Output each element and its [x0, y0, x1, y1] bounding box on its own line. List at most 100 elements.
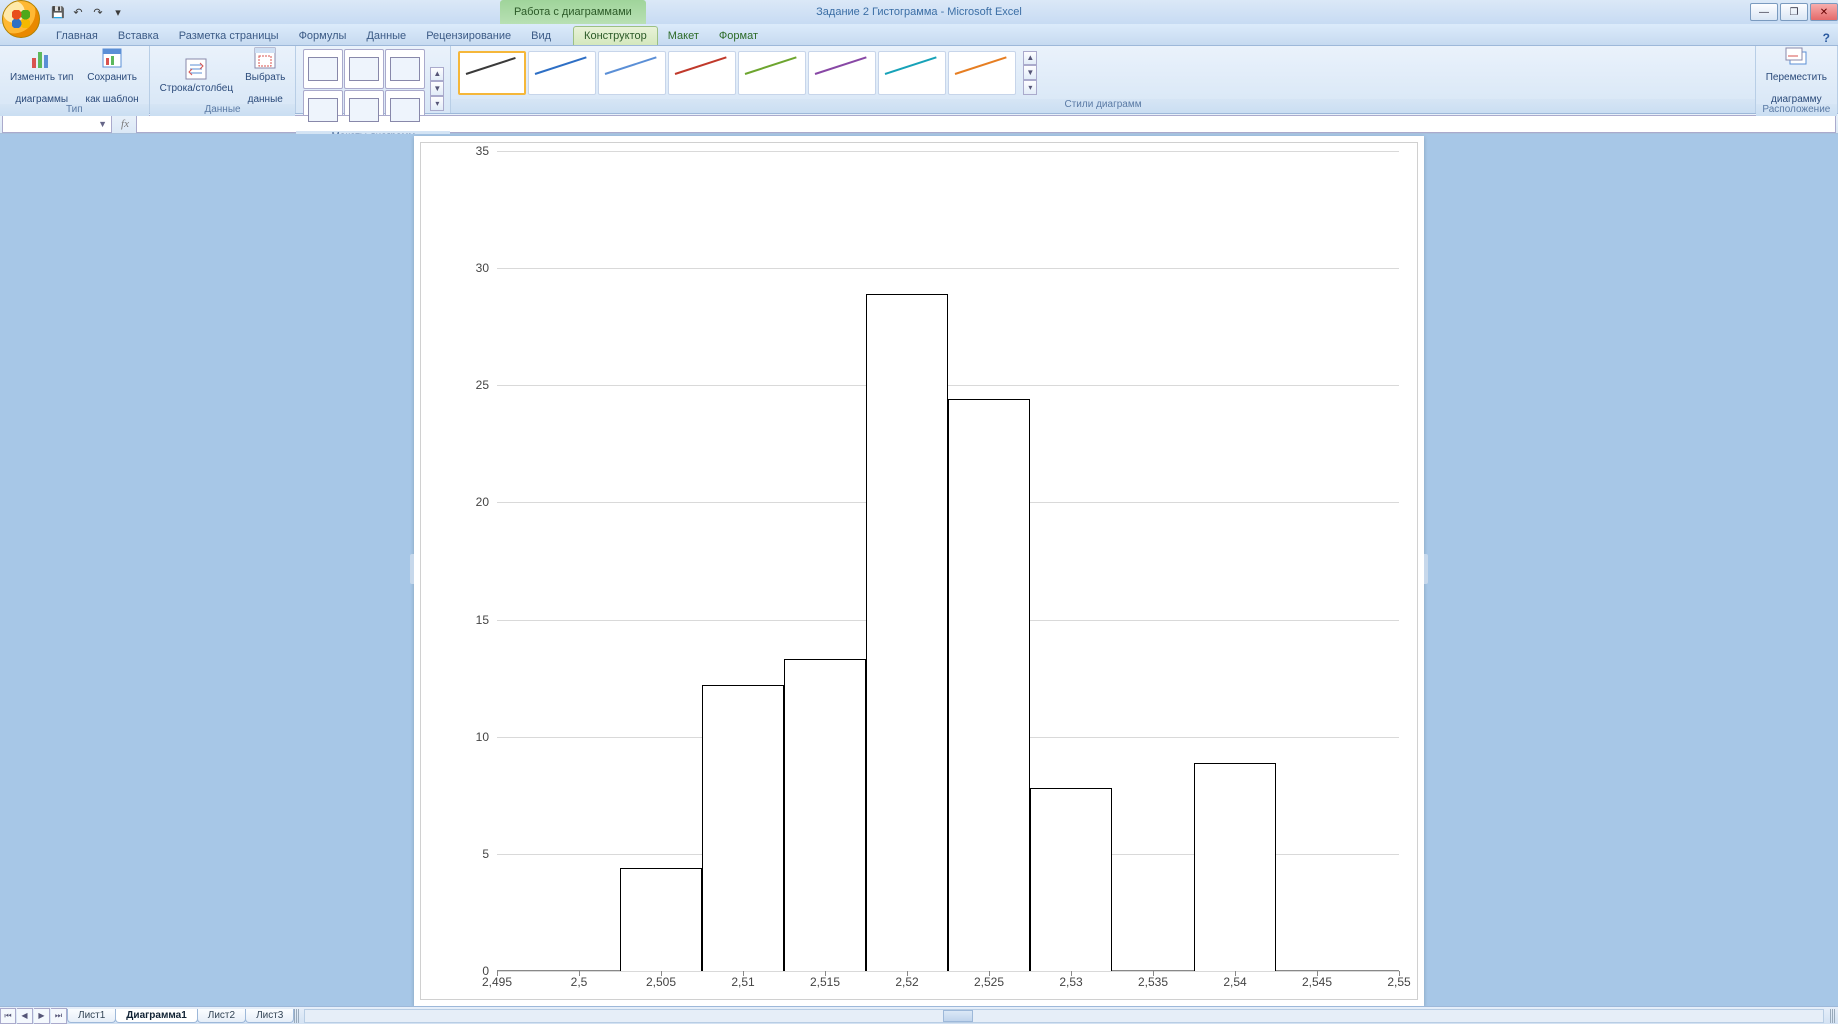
chart-style-option[interactable]: [458, 51, 526, 95]
histogram-bar[interactable]: [702, 685, 784, 971]
sheet-tab-active[interactable]: Диаграмма1: [115, 1009, 197, 1023]
switch-row-column-button[interactable]: Строка/столбец: [156, 48, 237, 102]
save-as-template-button[interactable]: Сохранитькак шаблон: [81, 48, 142, 102]
sheet-tab-bar: ⏮ ◀ ▶ ⏭ Лист1 Диаграмма1 Лист2 Лист3: [0, 1006, 1838, 1024]
x-tick-label: 2,505: [646, 975, 676, 989]
tab-review[interactable]: Рецензирование: [416, 27, 521, 45]
chart-object[interactable]: 051015202530352,4952,52,5052,512,5152,52…: [420, 142, 1418, 1000]
tab-chart-format[interactable]: Формат: [709, 27, 768, 45]
chart-style-option[interactable]: [948, 51, 1016, 95]
y-tick-label: 5: [482, 847, 489, 861]
gridline: [497, 268, 1399, 269]
group-label-data: Данные: [150, 104, 296, 116]
histogram-bar[interactable]: [948, 399, 1030, 971]
office-button[interactable]: [2, 0, 40, 38]
name-box[interactable]: ▼: [2, 115, 112, 133]
gridline: [497, 151, 1399, 152]
chart-style-option[interactable]: [808, 51, 876, 95]
y-tick-label: 35: [476, 144, 489, 158]
x-tick-label: 2,495: [482, 975, 512, 989]
tab-page-layout[interactable]: Разметка страницы: [169, 27, 289, 45]
ribbon-group-data: Строка/столбец Выбратьданные Данные: [150, 46, 297, 113]
close-button[interactable]: ✕: [1810, 3, 1838, 21]
chart-style-option[interactable]: [528, 51, 596, 95]
histogram-bar[interactable]: [1194, 763, 1276, 972]
sheet-tab[interactable]: Лист3: [245, 1009, 294, 1023]
chart-style-option[interactable]: [598, 51, 666, 95]
ribbon-group-type: Изменить типдиаграммы Сохранитькак шабло…: [0, 46, 150, 113]
layout-gallery-scroll[interactable]: ▲▼▾: [430, 67, 444, 111]
x-tick-label: 2,535: [1138, 975, 1168, 989]
x-tick-label: 2,51: [731, 975, 754, 989]
tab-splitter[interactable]: [294, 1009, 300, 1023]
x-tick-label: 2,5: [571, 975, 588, 989]
x-tick-label: 2,525: [974, 975, 1004, 989]
histogram-bar[interactable]: [866, 294, 948, 971]
scrollbar-thumb[interactable]: [943, 1010, 973, 1022]
tab-chart-design[interactable]: Конструктор: [573, 26, 658, 45]
histogram-bar[interactable]: [1030, 788, 1112, 971]
undo-icon[interactable]: ↶: [70, 4, 86, 20]
resize-grip[interactable]: [1830, 1009, 1836, 1023]
chart-layout-option[interactable]: [303, 49, 343, 89]
tab-home[interactable]: Главная: [46, 27, 108, 45]
sheet-nav-prev[interactable]: ◀: [17, 1008, 33, 1024]
chart-style-option[interactable]: [738, 51, 806, 95]
change-chart-type-button[interactable]: Изменить типдиаграммы: [6, 48, 77, 102]
ribbon-tabs: Главная Вставка Разметка страницы Формул…: [0, 24, 1838, 46]
x-tick-label: 2,515: [810, 975, 840, 989]
chart-style-option[interactable]: [668, 51, 736, 95]
sheet-nav-last[interactable]: ⏭: [51, 1008, 67, 1024]
x-tick-label: 2,55: [1387, 975, 1410, 989]
quick-access-toolbar: 💾 ↶ ↷ ▾: [46, 0, 130, 24]
redo-icon[interactable]: ↷: [90, 4, 106, 20]
chevron-down-icon[interactable]: ▼: [98, 119, 107, 129]
sheet-nav-first[interactable]: ⏮: [0, 1008, 16, 1024]
chart-plot-area[interactable]: 051015202530352,4952,52,5052,512,5152,52…: [497, 151, 1399, 971]
select-data-icon: [253, 46, 277, 70]
x-tick-label: 2,54: [1223, 975, 1246, 989]
page-handle-left[interactable]: [410, 554, 414, 584]
group-label-chart-styles: Стили диаграмм: [451, 99, 1754, 113]
x-tick-label: 2,53: [1059, 975, 1082, 989]
chart-style-option[interactable]: [878, 51, 946, 95]
chart-style-gallery[interactable]: [457, 50, 1017, 96]
chart-layout-option[interactable]: [344, 49, 384, 89]
tab-data[interactable]: Данные: [356, 27, 416, 45]
save-icon[interactable]: 💾: [50, 4, 66, 20]
chart-type-icon: [30, 46, 54, 70]
tab-formulas[interactable]: Формулы: [289, 27, 357, 45]
select-data-button[interactable]: Выбратьданные: [241, 48, 289, 102]
move-chart-icon: [1784, 46, 1808, 70]
titlebar: 💾 ↶ ↷ ▾ Задание 2 Гистограмма - Microsof…: [0, 0, 1838, 24]
window-title: Задание 2 Гистограмма - Microsoft Excel: [0, 6, 1838, 18]
tab-chart-layout[interactable]: Макет: [658, 27, 709, 45]
tab-insert[interactable]: Вставка: [108, 27, 169, 45]
minimize-button[interactable]: —: [1750, 3, 1778, 21]
chart-layout-option[interactable]: [385, 49, 425, 89]
sheet-nav-next[interactable]: ▶: [34, 1008, 50, 1024]
y-tick-label: 30: [476, 261, 489, 275]
chart-layout-gallery[interactable]: [302, 48, 424, 129]
histogram-bar[interactable]: [620, 868, 702, 971]
contextual-tab-title: Работа с диаграммами: [500, 0, 646, 24]
style-gallery-scroll[interactable]: ▲▼▾: [1023, 51, 1037, 95]
sheet-tab[interactable]: Лист1: [67, 1009, 116, 1023]
template-icon: [100, 46, 124, 70]
move-chart-button[interactable]: Переместитьдиаграмму: [1762, 48, 1831, 102]
gridline: [497, 385, 1399, 386]
sheet-nav-buttons: ⏮ ◀ ▶ ⏭: [0, 1008, 68, 1024]
horizontal-scrollbar[interactable]: [304, 1009, 1824, 1023]
maximize-button[interactable]: ❐: [1780, 3, 1808, 21]
tab-view[interactable]: Вид: [521, 27, 561, 45]
fx-icon[interactable]: fx: [114, 118, 136, 130]
ribbon-group-location: Переместитьдиаграмму Расположение: [1756, 46, 1838, 113]
page-handle-right[interactable]: [1424, 554, 1428, 584]
chart-sheet[interactable]: 051015202530352,4952,52,5052,512,5152,52…: [414, 136, 1424, 1006]
qat-dropdown-icon[interactable]: ▾: [110, 4, 126, 20]
x-tick-label: 2,545: [1302, 975, 1332, 989]
gridline: [497, 971, 1399, 972]
sheet-tab[interactable]: Лист2: [197, 1009, 246, 1023]
help-icon[interactable]: ?: [1815, 31, 1838, 45]
histogram-bar[interactable]: [784, 659, 866, 971]
